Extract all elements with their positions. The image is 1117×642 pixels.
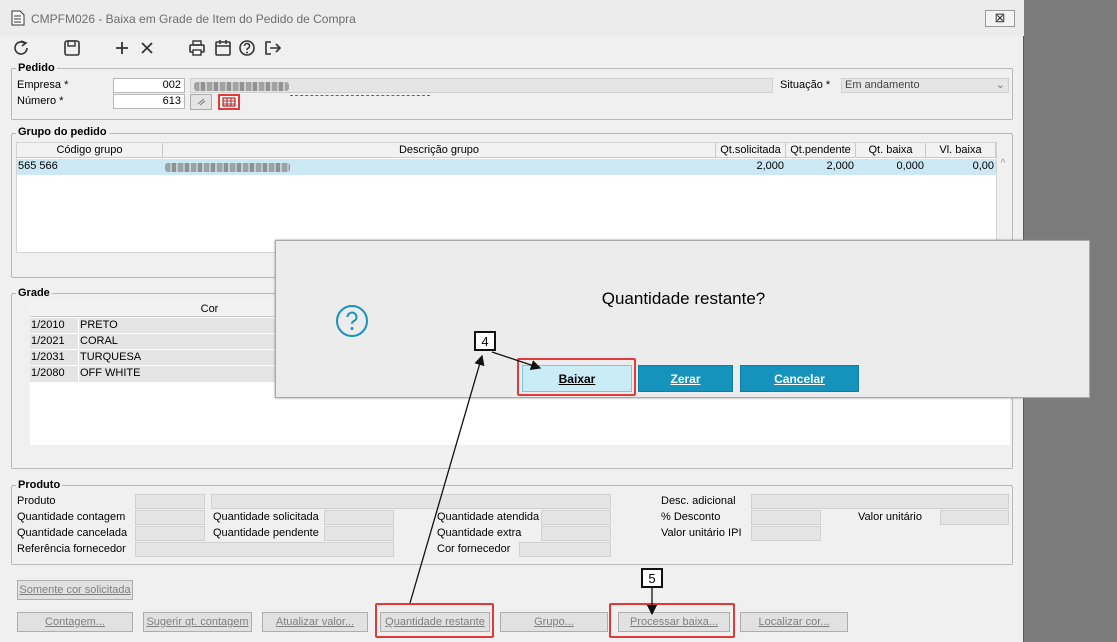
callout-step-5: 5 (641, 568, 663, 588)
callout-step-4: 4 (474, 331, 496, 351)
arrow-to-callout-4 (409, 354, 485, 604)
annotation-arrows (409, 351, 658, 616)
arrow-to-baixar (491, 351, 542, 371)
